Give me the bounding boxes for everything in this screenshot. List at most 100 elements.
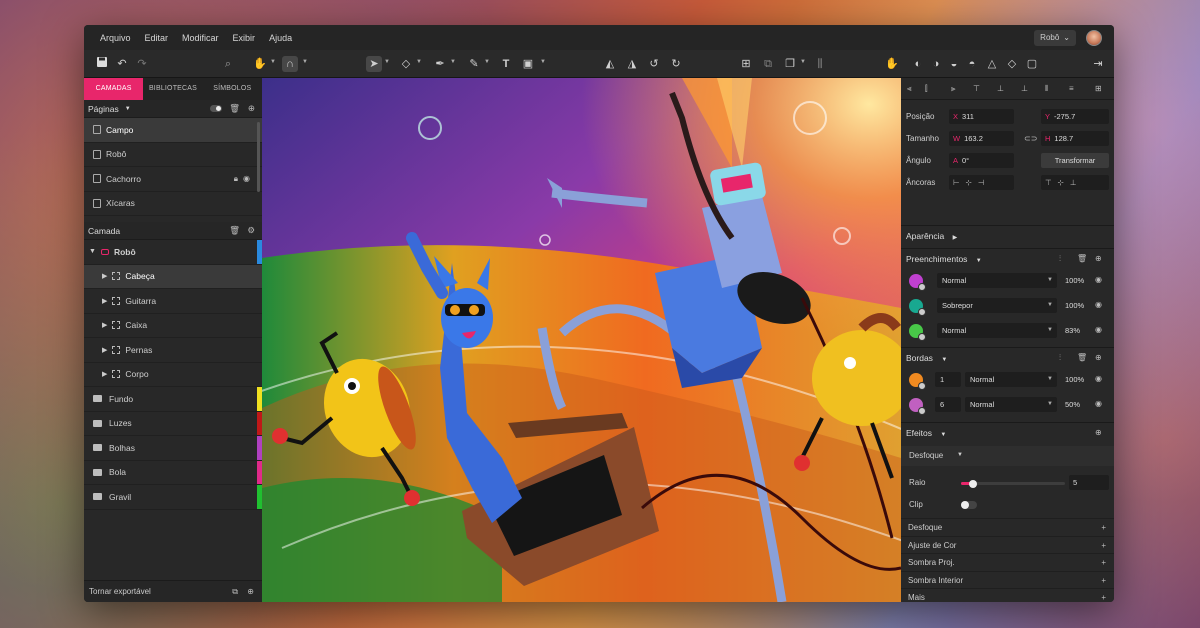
distribute-h-icon[interactable]: ⦀ [1045,84,1049,94]
fill-opacity[interactable]: 100% [1065,301,1084,310]
eye-icon[interactable]: ◉ [1095,399,1102,408]
undo-icon[interactable]: ↶ [114,56,130,72]
node-icon[interactable]: ◇ [1004,56,1020,72]
design-canvas[interactable] [262,78,901,602]
layer-item[interactable]: ▶ Corpo [84,363,262,387]
tab-camadas[interactable]: CAMADAS [84,78,144,100]
layer-folder[interactable]: Gravil [84,485,262,510]
fill-color-swatch[interactable] [909,299,926,316]
effect-list-item[interactable]: Sombra Proj. + [901,553,1114,571]
fill-opacity[interactable]: 83% [1065,326,1080,335]
fill-color-swatch[interactable] [909,274,926,291]
border-opacity[interactable]: 100% [1065,375,1084,384]
border-options-icon[interactable]: ⫶ [1059,348,1061,368]
anchor-v-group[interactable]: ⊤⊹⊥ [1041,175,1109,190]
distribute-icon[interactable]: ⊞ [1095,84,1102,93]
chevron-right-icon[interactable]: ▶ [102,346,107,354]
boolean-exclude-icon[interactable]: ◓ [964,56,980,72]
border-blend-select[interactable]: Normal ▼ [965,372,1057,387]
fill-blend-select[interactable]: Normal ▼ [937,273,1057,288]
chevron-down-icon[interactable]: ▼ [450,59,456,65]
add-effect-icon[interactable]: ⊕ [1095,423,1102,443]
frame-icon[interactable]: ▢ [1024,56,1040,72]
angle-field[interactable]: A 0° [949,153,1014,168]
chevron-right-icon[interactable]: ▶ [102,321,107,329]
border-color-swatch[interactable] [909,398,926,415]
layer-folder[interactable]: Luzes [84,411,262,436]
chevron-down-icon[interactable]: ▼ [89,248,96,255]
clip-toggle[interactable] [961,501,977,509]
chevron-down-icon[interactable]: ▼ [940,432,946,438]
align-icon[interactable]: ⫼ [812,56,828,72]
layer-root-robo[interactable]: ▼ Robô [84,240,262,265]
x-field[interactable]: X 311 [949,109,1014,124]
effect-list-item[interactable]: Sombra Interior + [901,570,1114,589]
shape-tool-icon[interactable]: ◇ [398,56,414,72]
width-field[interactable]: W 163.2 [949,131,1014,146]
chevron-down-icon[interactable]: ▼ [800,59,806,65]
add-icon[interactable]: + [1101,572,1106,589]
height-field[interactable]: H 128.7 [1041,131,1109,146]
fill-blend-select[interactable]: Sobrepor ▼ [937,298,1057,313]
layer-folder[interactable]: Bola [84,460,262,485]
transform-button[interactable]: Transformar [1041,153,1109,168]
text-tool-icon[interactable]: T [498,56,514,72]
layer-item[interactable]: ▶ Pernas [84,338,262,363]
distribute-v-icon[interactable]: ≡ [1069,84,1074,93]
chevron-down-icon[interactable]: ▼ [270,59,276,65]
menu-exibir[interactable]: Exibir [227,33,262,43]
flip-horizontal-icon[interactable]: ◭ [602,56,618,72]
link-icon[interactable]: ⊂⊃ [1024,134,1037,143]
align-bottom-icon[interactable]: ⊥ [1021,84,1028,93]
chevron-down-icon[interactable]: ▼ [416,59,422,65]
layer-options-icon[interactable]: ⚙︎ [247,225,255,236]
menu-editar[interactable]: Editar [139,33,175,43]
rotate-left-icon[interactable]: ↺ [646,56,662,72]
add-icon[interactable]: + [1101,519,1106,536]
folder-add-icon[interactable]: ⧉ [232,587,238,597]
eye-icon[interactable]: ◉ [1095,300,1102,309]
add-border-icon[interactable]: ⊕ [1095,348,1102,368]
tab-simbolos[interactable]: SÍMBOLOS [203,78,262,100]
hand-icon[interactable]: ✋ [252,56,268,72]
chevron-down-icon[interactable]: ▼ [484,59,490,65]
export-icon[interactable]: ⇥ [1090,56,1106,72]
border-opacity[interactable]: 50% [1065,400,1080,409]
pen-tool-icon[interactable]: ✒ [432,56,448,72]
effect-list-item[interactable]: Mais + [901,588,1114,602]
border-blend-select[interactable]: Normal ▼ [965,397,1057,412]
chevron-down-icon[interactable]: ▼ [384,59,390,65]
avatar[interactable] [1086,29,1102,46]
menu-modificar[interactable]: Modificar [176,33,225,43]
layer-item[interactable]: ▶ Cabeça [84,264,262,289]
radius-slider[interactable] [961,479,1065,488]
tab-bibliotecas[interactable]: BIBLIOTECAS [143,78,202,100]
add-page-icon[interactable]: ⊕ [248,103,255,114]
magnet-icon[interactable]: ∩ [282,56,298,72]
lock-icon[interactable]: 🔒︎ [234,174,238,184]
boolean-intersect-icon[interactable]: ◒ [946,56,962,72]
image-tool-icon[interactable]: ▣ [520,56,536,72]
anchor-h-group[interactable]: ⊢⊹⊣ [949,175,1014,190]
align-left-icon[interactable]: ⫷ [907,84,912,94]
trash-icon[interactable]: 🗑 [229,225,240,236]
fill-blend-select[interactable]: Normal ▼ [937,323,1057,338]
effect-list-item[interactable]: Desfoque + [901,518,1114,536]
zoom-icon[interactable]: ⌕ [220,56,236,72]
page-item[interactable]: Campo [84,118,262,143]
chevron-down-icon[interactable]: ▼ [976,258,982,264]
redo-icon[interactable]: ↷ [134,56,150,72]
pencil-tool-icon[interactable]: ✎ [466,56,482,72]
align-hcenter-icon[interactable]: ⫿ [925,84,928,94]
blur-effect-header[interactable]: Desfoque ▼ [901,446,1114,466]
toggle-switch[interactable] [210,105,222,112]
make-exportable-label[interactable]: Tornar exportável [89,587,151,596]
chevron-right-icon[interactable]: ▶ [102,370,107,378]
fill-options-icon[interactable]: ⫶ [1059,249,1061,269]
menu-ajuda[interactable]: Ajuda [263,33,298,43]
ungroup-icon[interactable]: ⧉ [760,56,776,72]
paint-icon[interactable]: ✋ [884,56,900,72]
rotate-right-icon[interactable]: ↻ [668,56,684,72]
chevron-right-icon[interactable]: ▶ [102,272,107,280]
add-icon[interactable]: + [1101,554,1106,571]
